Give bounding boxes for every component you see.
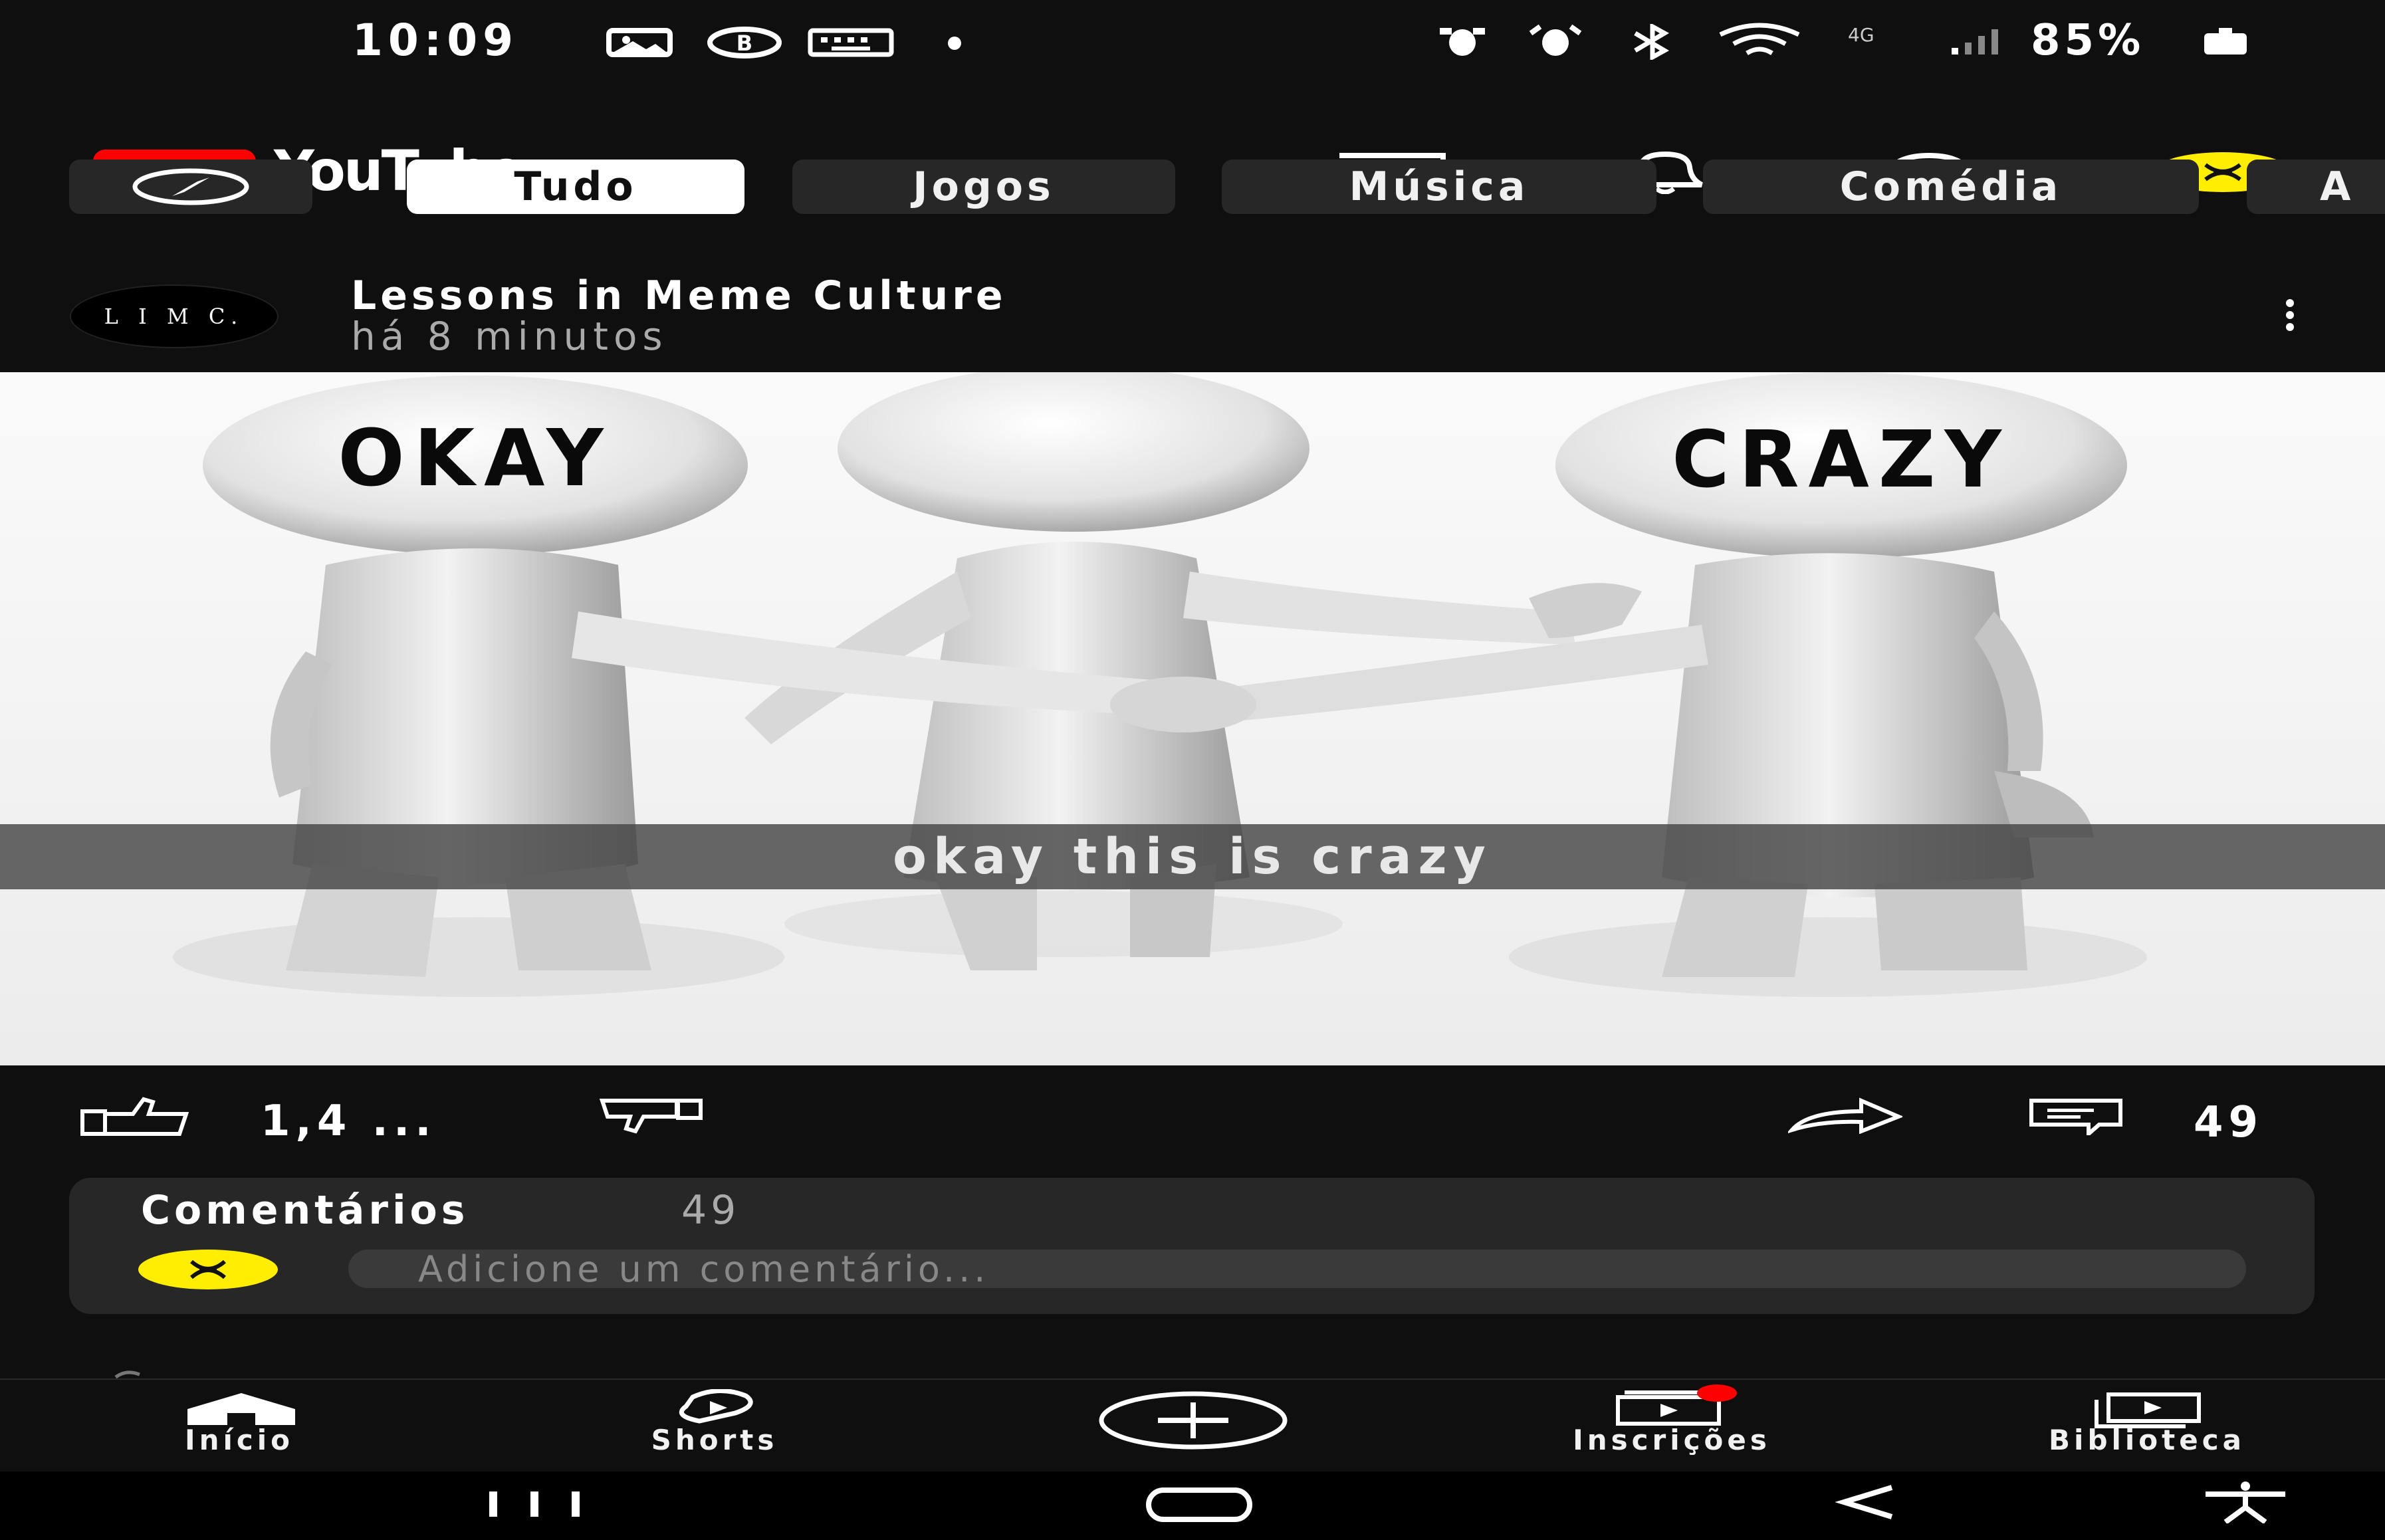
post-image[interactable]: OKAY CRAZY <box>0 372 2385 1065</box>
chip-partial-label: A <box>2320 164 2355 210</box>
channel-avatar[interactable]: L I M C. <box>70 284 279 348</box>
notification-dot-icon <box>1697 1384 1737 1402</box>
bluetooth-icon <box>1634 24 1670 60</box>
keyboard-notification-icon <box>808 28 894 57</box>
okay-head-label: OKAY <box>338 412 612 504</box>
signal-icon <box>1952 29 1998 55</box>
dislike-icon[interactable] <box>597 1097 705 1134</box>
network-type: 4G <box>1848 24 1874 46</box>
more-options-icon[interactable] <box>2280 298 2300 332</box>
create-button-icon[interactable] <box>1098 1390 1288 1450</box>
recent-apps-icon[interactable] <box>485 1489 585 1519</box>
alarm-clock-icon <box>1440 28 1485 56</box>
share-icon[interactable] <box>1788 1097 1902 1134</box>
meme-illustration: OKAY CRAZY <box>0 372 2385 1065</box>
status-bar: 10:09 B 4G 85% <box>0 0 2385 66</box>
b-notification-icon: B <box>707 27 782 58</box>
comment-icon[interactable] <box>2027 1097 2124 1135</box>
comments-title: Comentários <box>141 1187 469 1234</box>
crazy-head-label: CRAZY <box>1672 413 2011 505</box>
chip-musica[interactable]: Música <box>1222 160 1656 214</box>
alarm-icon <box>1529 24 1582 56</box>
nav-home-label[interactable]: Início <box>140 1424 339 1456</box>
caption-text: okay this is crazy <box>893 828 1492 885</box>
like-icon[interactable] <box>80 1097 193 1137</box>
compass-icon <box>132 168 249 205</box>
chip-jogos[interactable]: Jogos <box>792 160 1175 214</box>
handshake <box>1110 677 1256 732</box>
comments-header-count: 49 <box>681 1187 740 1234</box>
post-timestamp: há 8 minutos <box>351 314 668 359</box>
accessibility-icon[interactable] <box>2199 1481 2292 1523</box>
comment-input[interactable]: Adicione um comentário... <box>348 1248 2246 1290</box>
dot-notification-icon <box>948 37 961 50</box>
app-header: YouTube <box>0 66 2385 203</box>
user-avatar <box>138 1250 278 1289</box>
shorts-icon <box>679 1389 753 1424</box>
like-count: 1,4 ... <box>261 1097 437 1146</box>
back-icon[interactable] <box>1835 1484 1901 1521</box>
chip-tudo[interactable]: Tudo <box>407 160 744 214</box>
nav-library-label[interactable]: Biblioteca <box>2007 1424 2287 1456</box>
chip-partial[interactable]: A <box>2247 160 2385 214</box>
chip-comedia[interactable]: Comédia <box>1703 160 2199 214</box>
wifi-icon <box>1719 23 1800 56</box>
svg-text:B: B <box>737 31 752 56</box>
battery-icon <box>2204 28 2247 55</box>
nav-shorts-label[interactable]: Shorts <box>612 1424 818 1456</box>
battery-percentage: 85% <box>2031 16 2145 65</box>
status-time: 10:09 <box>352 15 519 66</box>
gallery-notification-icon <box>606 28 673 57</box>
nav-subscriptions-label[interactable]: Inscrições <box>1529 1424 1815 1456</box>
next-item-edge <box>114 1371 140 1378</box>
home-icon <box>187 1393 295 1425</box>
comment-count: 49 <box>2194 1098 2264 1147</box>
channel-name[interactable]: Lessons in Meme Culture <box>351 273 1007 319</box>
home-system-icon[interactable] <box>1145 1486 1254 1523</box>
explore-chip[interactable] <box>69 160 312 214</box>
